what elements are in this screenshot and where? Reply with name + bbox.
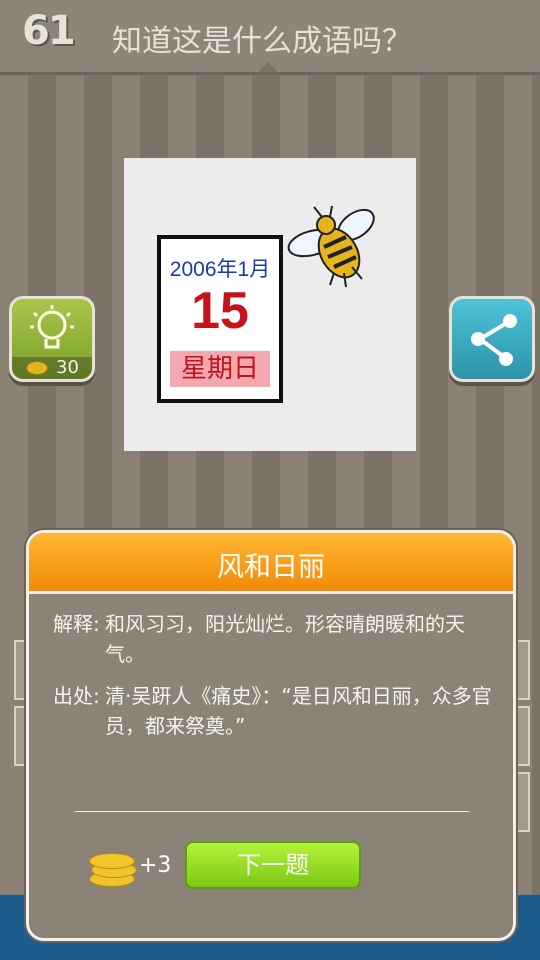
explanation-block: 解释: 和风习习，阳光灿烂。形容晴朗暖和的天气。 [53, 609, 493, 669]
source-text: 清·吴趼人《痛史》：“是日风和日丽，众多官员，都来祭奠。” [105, 684, 492, 738]
divider [75, 811, 469, 812]
level-number: 61 [22, 8, 76, 54]
source-block: 出处: 清·吴趼人《痛史》：“是日风和日丽，众多官员，都来祭奠。” [53, 681, 493, 741]
explanation-label: 解释: [53, 612, 100, 636]
calendar-day: 15 [191, 282, 249, 340]
answer-dialog: 风和日丽 解释: 和风习习，阳光灿烂。形容晴朗暖和的天气。 出处: 清·吴趼人《… [26, 530, 516, 941]
answer-title: 风和日丽 [217, 552, 325, 583]
hint-cost: 30 [56, 357, 79, 378]
explanation-text: 和风习习，阳光灿烂。形容晴朗暖和的天气。 [105, 612, 465, 666]
source-label: 出处: [53, 684, 100, 708]
puzzle-image: 2006年1月 15 星期日 [124, 158, 416, 451]
dialog-header: 风和日丽 [29, 533, 513, 594]
calendar-date: 2006年1月 [169, 258, 271, 281]
calendar-picture: 2006年1月 15 星期日 [157, 235, 283, 403]
hint-button[interactable]: 30 [9, 296, 95, 382]
header-notch [258, 62, 278, 72]
share-button[interactable] [449, 296, 535, 382]
share-icon [471, 314, 517, 366]
top-bar: 61 知道这是什么成语吗？ [0, 0, 540, 75]
coin-reward: +3 [139, 853, 172, 878]
bee-icon [287, 205, 375, 288]
coin-stack-icon [89, 849, 137, 887]
coin-icon [26, 361, 48, 375]
calendar-weekday: 星期日 [170, 351, 270, 387]
question-text: 知道这是什么成语吗？ [112, 24, 412, 59]
next-question-button[interactable]: 下一题 [185, 841, 361, 889]
hint-cost-bar [12, 357, 92, 379]
